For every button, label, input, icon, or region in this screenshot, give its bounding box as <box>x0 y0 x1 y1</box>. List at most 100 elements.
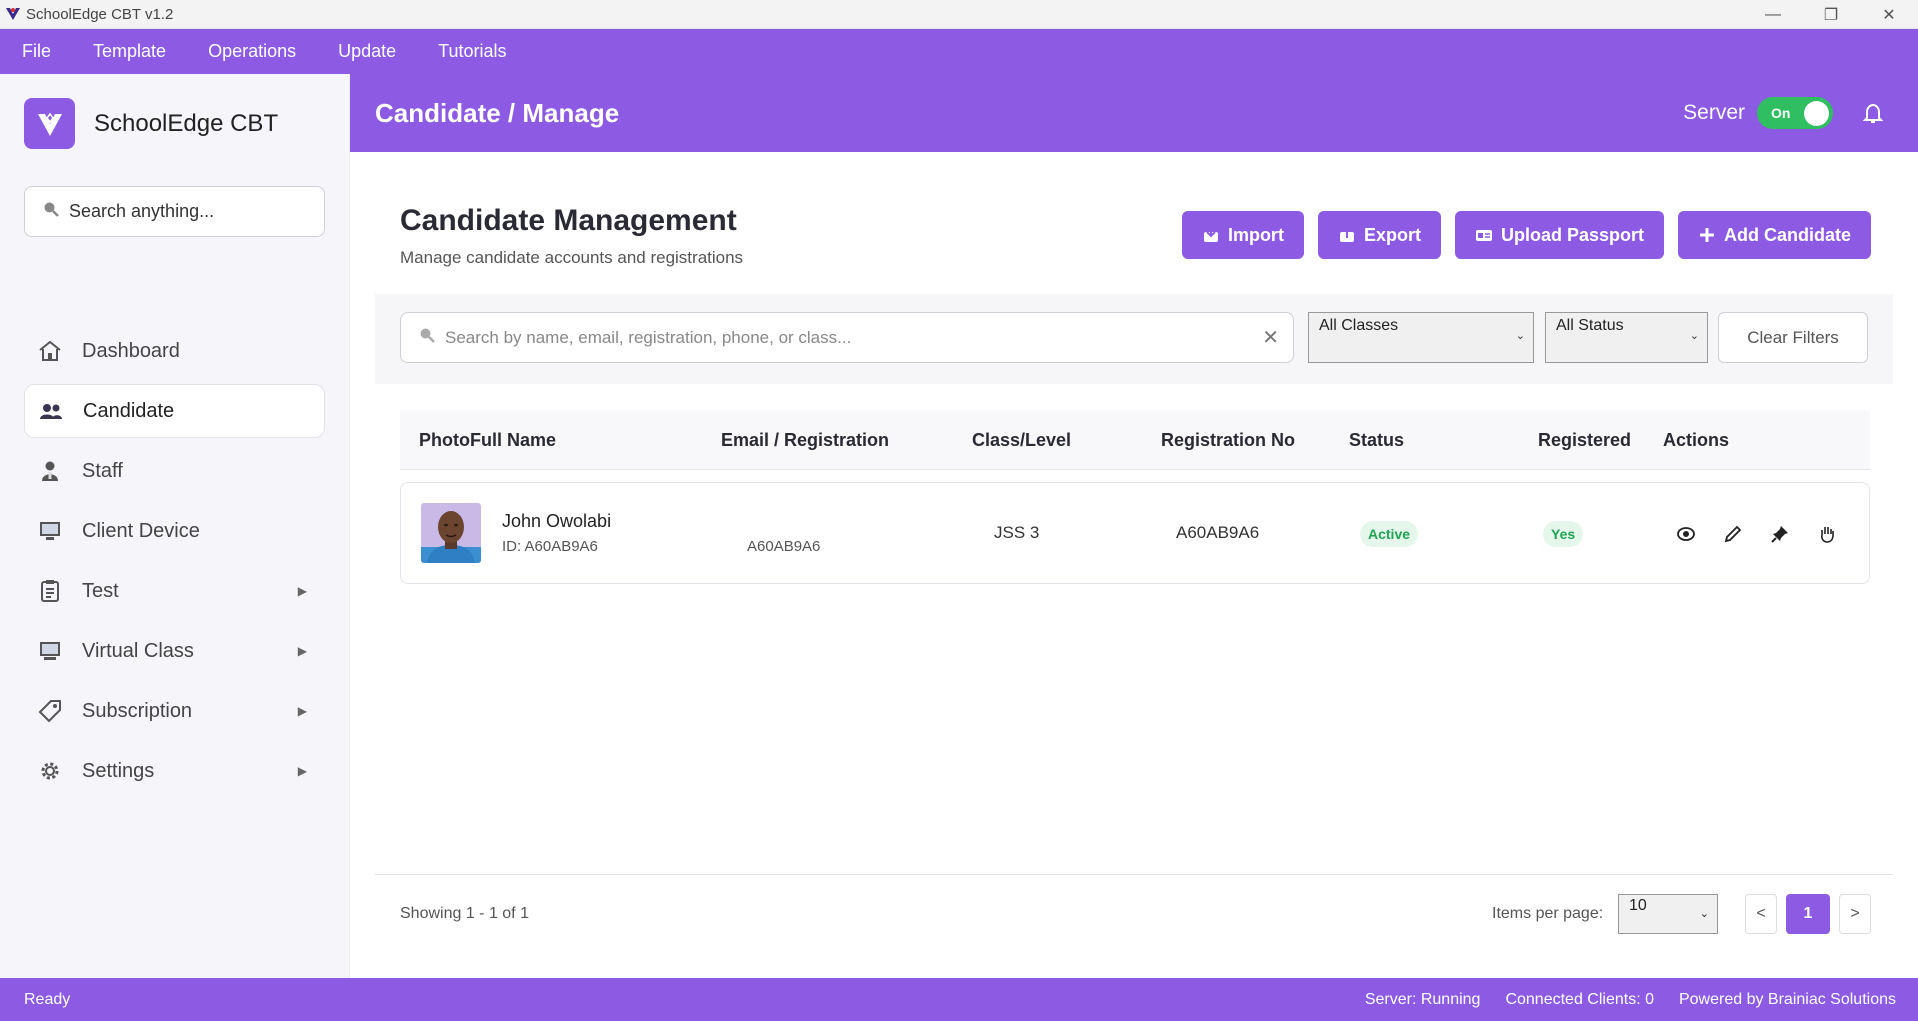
bell-icon[interactable] <box>1860 100 1886 126</box>
hand-icon[interactable] <box>1816 523 1838 545</box>
tag-icon <box>38 699 62 723</box>
clear-search-icon[interactable]: ✕ <box>1262 325 1279 350</box>
add-candidate-button[interactable]: Add Candidate <box>1677 211 1871 259</box>
brand[interactable]: SchoolEdge CBT <box>24 98 278 149</box>
section-subtitle: Manage candidate accounts and registrati… <box>400 248 744 267</box>
search-icon <box>419 327 435 348</box>
server-toggle[interactable]: On <box>1757 97 1833 129</box>
status-bar: Ready Server: Running Connected Clients:… <box>0 978 1918 1021</box>
export-label: Export <box>1363 224 1421 245</box>
column-header: Email / Registration <box>721 430 890 450</box>
sidebar-item-test[interactable]: Test ▶ <box>24 564 325 618</box>
candidate-table: PhotoFull Name Email / Registration Clas… <box>400 410 1870 584</box>
registered-badge: Yes <box>1543 521 1584 547</box>
sidebar-item-label: Test <box>82 579 119 602</box>
sidebar-nav: Dashboard Candidate Staff Client Device … <box>24 324 325 804</box>
column-header: Actions <box>1663 430 1730 450</box>
candidate-registration-no: A60AB9A6 <box>1176 523 1260 542</box>
class-filter-value: All Classes <box>1319 317 1399 334</box>
screen-icon <box>38 639 62 663</box>
expand-arrow-icon: ▶ <box>297 704 307 718</box>
candidate-search-placeholder: Search by name, email, registration, pho… <box>445 327 852 347</box>
candidate-photo <box>421 503 481 563</box>
menu-operations[interactable]: Operations <box>208 41 296 62</box>
menu-template[interactable]: Template <box>93 41 166 62</box>
column-header: Registered <box>1538 430 1632 450</box>
status-filter-select[interactable]: All Status ⌄ <box>1545 312 1708 363</box>
sidebar-item-label: Staff <box>82 459 123 482</box>
brand-name: SchoolEdge CBT <box>94 109 279 137</box>
section-title: Candidate Management <box>400 204 737 237</box>
sidebar-item-staff[interactable]: Staff <box>24 444 325 498</box>
sidebar-item-label: Virtual Class <box>82 639 194 662</box>
sidebar-item-settings[interactable]: Settings ▶ <box>24 744 325 798</box>
import-button[interactable]: Import <box>1181 211 1304 259</box>
view-icon[interactable] <box>1675 523 1697 545</box>
users-icon <box>39 399 63 423</box>
upload-passport-label: Upload Passport <box>1500 224 1644 245</box>
sidebar-item-subscription[interactable]: Subscription ▶ <box>24 684 325 738</box>
sidebar-search-placeholder: Search anything... <box>69 201 215 221</box>
status-server: Server: Running <box>1364 990 1481 1008</box>
upload-passport-button[interactable]: Upload Passport <box>1454 211 1664 259</box>
window-title: SchoolEdge CBT v1.2 <box>26 5 174 23</box>
sidebar-item-label: Client Device <box>82 519 200 542</box>
sidebar-item-candidate[interactable]: Candidate <box>24 384 325 438</box>
brand-logo-icon <box>24 98 75 149</box>
pagination-summary: Showing 1 - 1 of 1 <box>400 905 529 922</box>
sidebar-item-label: Candidate <box>83 399 175 422</box>
status-clients: Connected Clients: 0 <box>1505 990 1654 1008</box>
column-header: Registration No <box>1161 430 1296 450</box>
edit-icon[interactable] <box>1722 523 1744 545</box>
title-bar: SchoolEdge CBT v1.2 — ❐ ✕ <box>0 0 1918 29</box>
page-header: Candidate / Manage Server On <box>350 74 1918 152</box>
main-content: Candidate Management Manage candidate ac… <box>350 152 1918 978</box>
page-title: Candidate / Manage <box>375 97 620 128</box>
sidebar-item-client-device[interactable]: Client Device <box>24 504 325 558</box>
add-candidate-label: Add Candidate <box>1723 224 1851 245</box>
column-header: Class/Level <box>972 430 1072 450</box>
menu-tutorials[interactable]: Tutorials <box>438 41 506 62</box>
expand-arrow-icon: ▶ <box>297 764 307 778</box>
candidate-id: ID: A60AB9A6 <box>502 538 598 555</box>
maximize-button[interactable]: ❐ <box>1802 0 1860 29</box>
items-per-page-select[interactable]: 10 ⌄ <box>1618 894 1718 934</box>
items-per-page-label: Items per page: <box>1492 905 1604 922</box>
candidate-email-registration: A60AB9A6 <box>747 538 821 555</box>
candidate-search-input[interactable]: Search by name, email, registration, pho… <box>400 312 1294 363</box>
toggle-state-text: On <box>1771 105 1791 121</box>
toggle-knob <box>1804 100 1829 126</box>
menu-update[interactable]: Update <box>338 41 396 62</box>
close-button[interactable]: ✕ <box>1860 0 1918 29</box>
status-right: Server: Running Connected Clients: 0 Pow… <box>1340 991 1896 1009</box>
status-ready: Ready <box>24 990 71 1008</box>
chevron-down-icon: ⌄ <box>1515 330 1525 342</box>
page-button-current[interactable]: 1 <box>1786 894 1830 934</box>
status-filter-value: All Status <box>1556 317 1624 334</box>
sidebar: SchoolEdge CBT Search anything... Dashbo… <box>0 74 350 978</box>
sidebar-item-dashboard[interactable]: Dashboard <box>24 324 325 378</box>
pin-icon[interactable] <box>1769 523 1791 545</box>
minimize-button[interactable]: — <box>1744 0 1802 29</box>
sidebar-item-label: Subscription <box>82 699 193 722</box>
sidebar-item-label: Settings <box>82 759 155 782</box>
sidebar-item-virtual-class[interactable]: Virtual Class ▶ <box>24 624 325 678</box>
monitor-icon <box>38 519 62 543</box>
chevron-down-icon: ⌄ <box>1689 330 1699 342</box>
table-row[interactable]: John Owolabi ID: A60AB9A6 A60AB9A6 JSS 3… <box>400 482 1870 584</box>
plus-icon <box>1698 226 1716 244</box>
next-page-button[interactable]: > <box>1839 894 1871 934</box>
sidebar-search-input[interactable]: Search anything... <box>24 186 325 237</box>
app-logo-icon <box>4 5 22 23</box>
chevron-down-icon: ⌄ <box>1699 908 1709 920</box>
prev-page-button[interactable]: < <box>1745 894 1777 934</box>
class-filter-select[interactable]: All Classes ⌄ <box>1308 312 1534 363</box>
import-label: Import <box>1227 224 1284 245</box>
candidate-class: JSS 3 <box>994 523 1040 542</box>
menu-file[interactable]: File <box>22 41 51 62</box>
menu-bar: File Template Operations Update Tutorial… <box>0 29 1918 74</box>
server-label: Server <box>1683 101 1745 124</box>
home-icon <box>38 339 62 363</box>
clear-filters-button[interactable]: Clear Filters <box>1718 312 1868 363</box>
export-button[interactable]: Export <box>1317 211 1441 259</box>
